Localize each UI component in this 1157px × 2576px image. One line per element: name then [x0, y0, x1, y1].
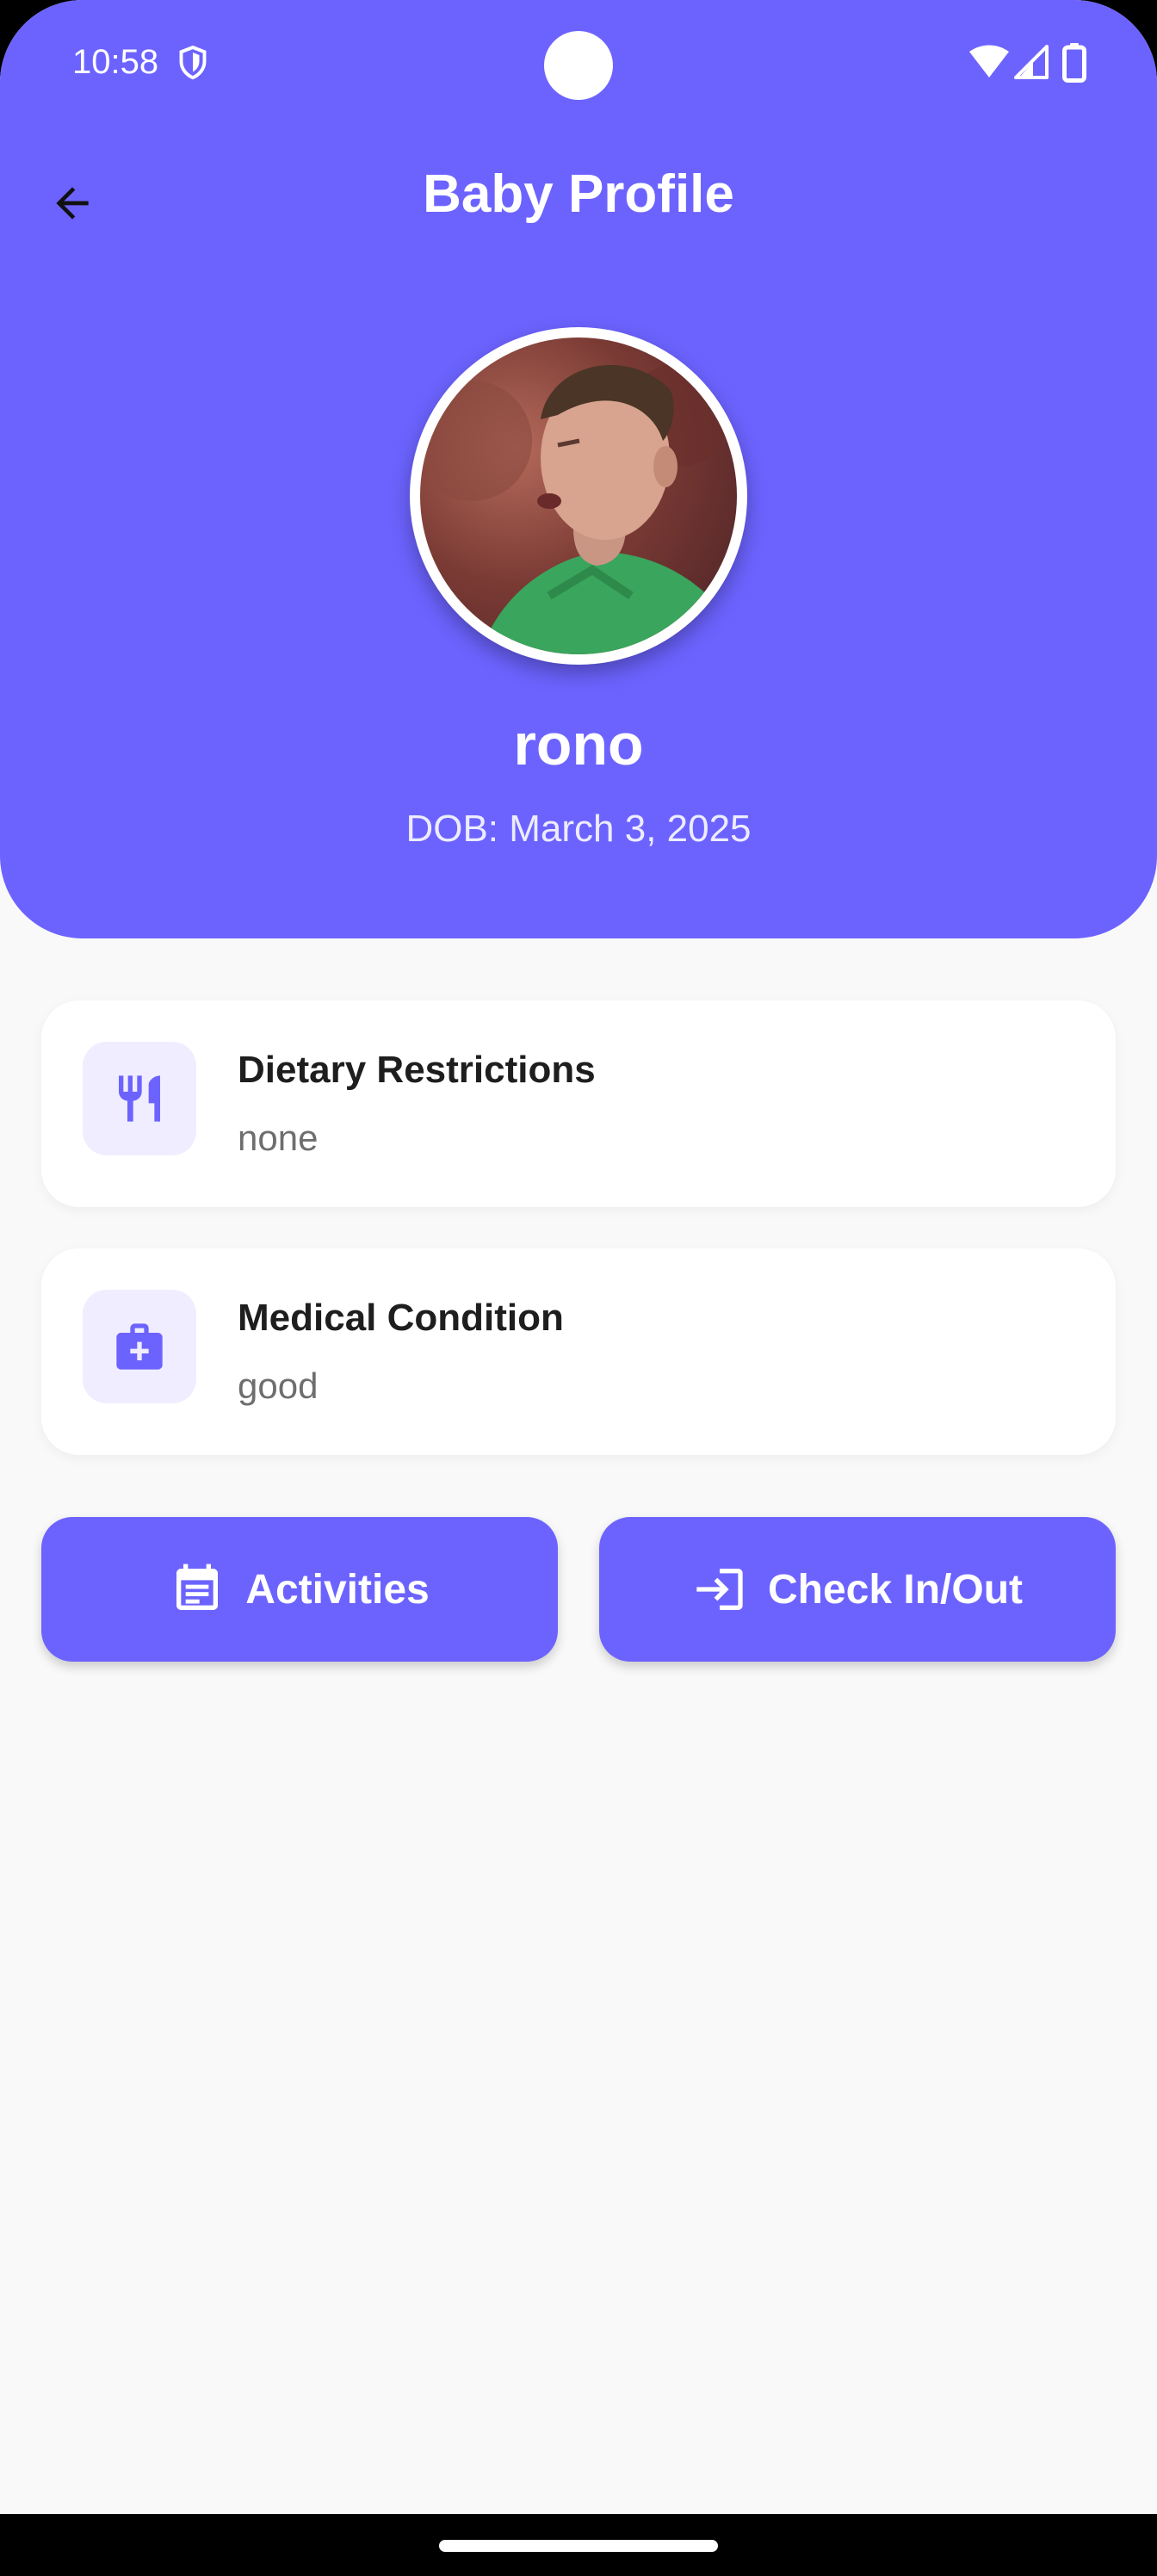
- activities-label: Activities: [245, 1566, 430, 1613]
- activities-button[interactable]: Activities: [41, 1517, 558, 1662]
- utensils-icon: [119, 1075, 160, 1122]
- login-icon: [696, 1569, 743, 1610]
- battery-icon: [1062, 43, 1086, 83]
- medical-condition-card: Medical Condition good: [41, 1248, 1116, 1455]
- baby-dob: DOB: March 3, 2025: [405, 808, 752, 850]
- camera-cutout: [544, 31, 613, 100]
- medical-value: good: [238, 1365, 319, 1406]
- calendar-icon: [176, 1564, 219, 1610]
- avatar: [420, 337, 737, 654]
- signal-icon: [1014, 45, 1049, 79]
- status-time: 10:58: [72, 43, 159, 81]
- check-in-out-button[interactable]: Check In/Out: [599, 1517, 1116, 1662]
- avatar-frame: [410, 327, 747, 665]
- check-in-out-label: Check In/Out: [767, 1566, 1024, 1613]
- medical-kit-icon: [116, 1323, 163, 1370]
- home-indicator[interactable]: [439, 2540, 718, 2552]
- baby-name: rono: [513, 712, 644, 777]
- medical-title: Medical Condition: [238, 1297, 564, 1339]
- shield-icon: [179, 45, 207, 80]
- dietary-restrictions-card: Dietary Restrictions none: [41, 1000, 1116, 1207]
- wifi-icon: [969, 45, 1009, 77]
- medical-icon-box: [83, 1290, 196, 1403]
- dietary-icon-box: [83, 1042, 196, 1155]
- screen: 10:58 Baby Profile rono DOB: March 3, 20…: [0, 0, 1157, 2576]
- status-bar: 10:58: [0, 0, 1157, 129]
- avatar-photo: [420, 363, 737, 654]
- page-title: Baby Profile: [423, 164, 734, 224]
- dietary-title: Dietary Restrictions: [238, 1049, 596, 1091]
- profile-header: 10:58 Baby Profile rono DOB: March 3, 20…: [0, 0, 1157, 938]
- dietary-value: none: [238, 1118, 319, 1158]
